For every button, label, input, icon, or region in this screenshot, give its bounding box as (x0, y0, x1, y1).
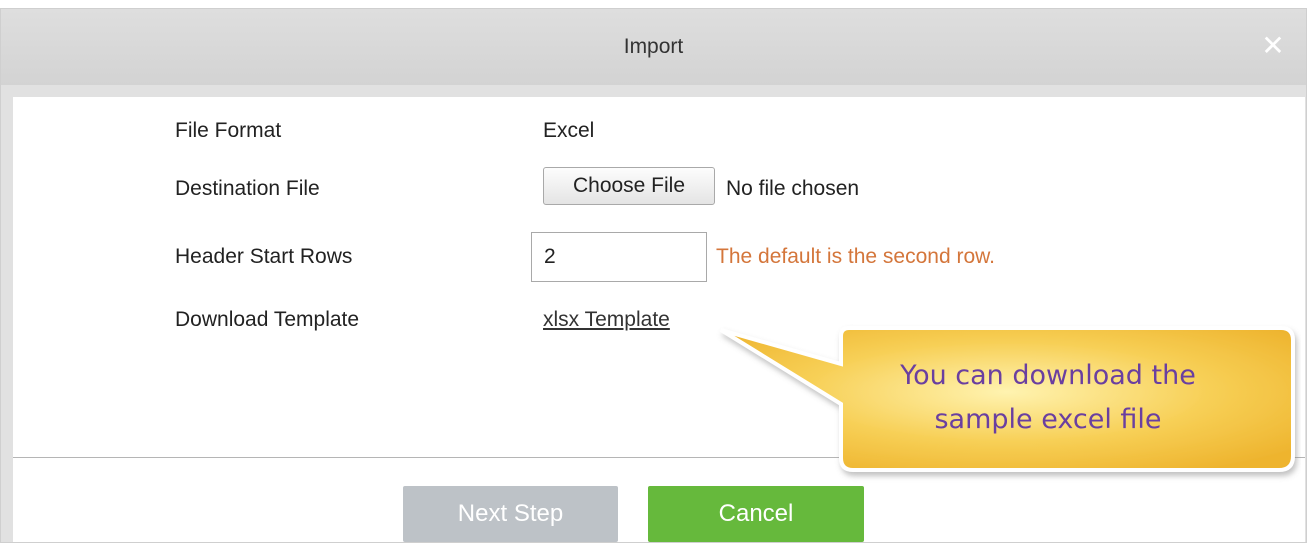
xlsx-template-link[interactable]: xlsx Template (543, 308, 670, 332)
choose-file-button[interactable]: Choose File (543, 167, 715, 205)
next-step-button[interactable]: Next Step (403, 486, 618, 542)
header-start-rows-label: Header Start Rows (175, 245, 353, 268)
header-rows-hint: The default is the second row. (716, 245, 995, 268)
destination-file-label: Destination File (175, 177, 320, 200)
header-start-rows-input[interactable] (531, 232, 707, 282)
close-icon[interactable]: ✕ (1258, 31, 1288, 61)
file-format-label: File Format (175, 119, 282, 142)
callout-line-1: You can download the (900, 360, 1196, 391)
cancel-button[interactable]: Cancel (648, 486, 864, 542)
import-dialog: Import ✕ File Format Excel Destination F… (0, 8, 1307, 543)
file-status-text: No file chosen (726, 177, 860, 200)
dialog-titlebar: Import ✕ (1, 9, 1306, 85)
dialog-title: Import (623, 35, 684, 58)
callout-line-2: sample excel file (934, 404, 1162, 435)
file-format-value: Excel (543, 119, 595, 142)
callout-text: You can download the sample excel file (838, 354, 1258, 442)
download-template-label: Download Template (175, 308, 360, 331)
